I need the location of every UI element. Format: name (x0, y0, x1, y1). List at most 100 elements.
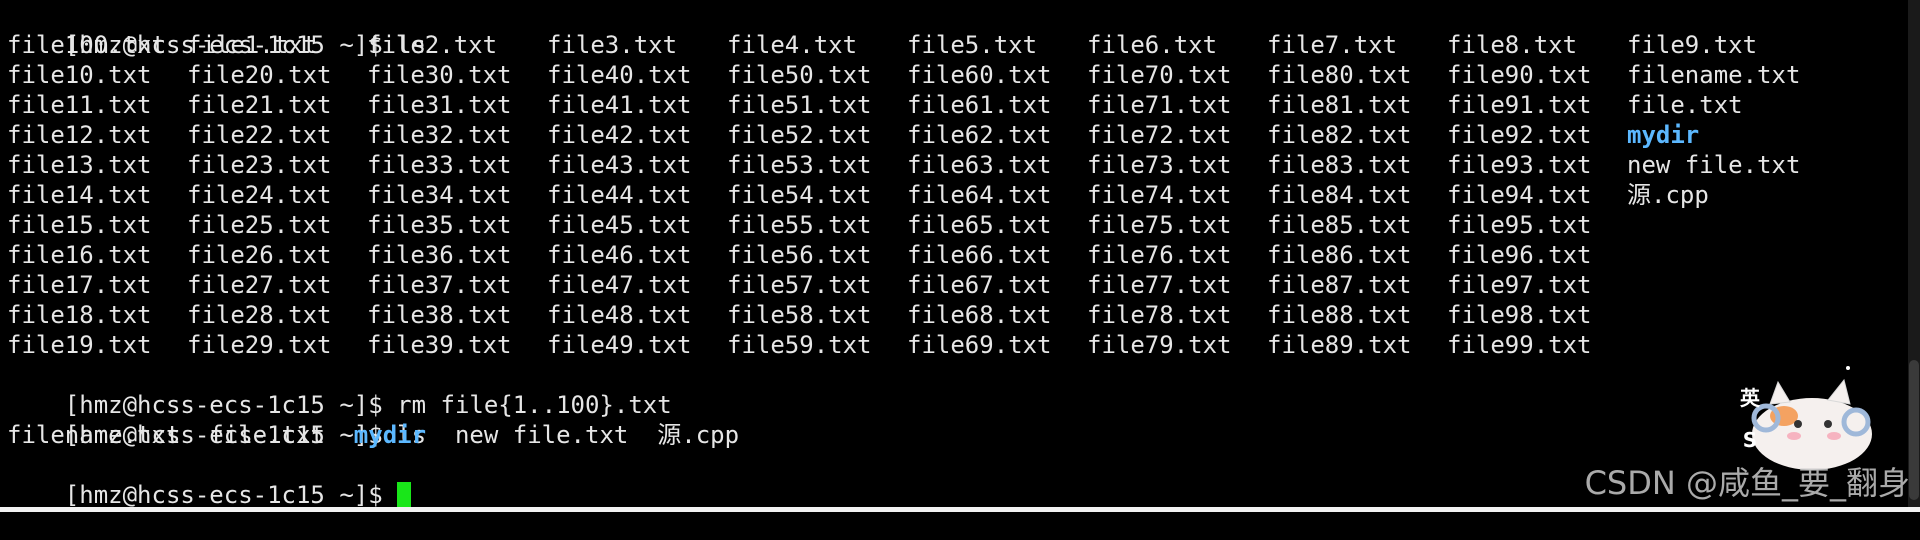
ls-entry: filename.txt (1627, 60, 1807, 90)
ls-entry: file13.txt (7, 150, 187, 180)
ls-entry: file55.txt (727, 210, 907, 240)
ls-entry: file95.txt (1447, 210, 1627, 240)
ls-entry: file76.txt (1087, 240, 1267, 270)
ls-entry: file88.txt (1267, 300, 1447, 330)
text-cursor[interactable] (397, 482, 411, 508)
ls-entry: file72.txt (1087, 120, 1267, 150)
ls-entry: file43.txt (547, 150, 727, 180)
ls-entry: file61.txt (907, 90, 1087, 120)
ls-entry: file32.txt (367, 120, 547, 150)
ls-entry: file84.txt (1267, 180, 1447, 210)
ls-empty-cell (1627, 270, 1807, 300)
ls-entry: file49.txt (547, 330, 727, 360)
ls-entry: file62.txt (907, 120, 1087, 150)
ls-entry: file15.txt (7, 210, 187, 240)
ls-entry: file86.txt (1267, 240, 1447, 270)
ls-entry: file69.txt (907, 330, 1087, 360)
ls-entry: file34.txt (367, 180, 547, 210)
ls-empty-cell (1627, 210, 1807, 240)
vertical-scrollbar[interactable] (1908, 0, 1920, 512)
ls-entry: file24.txt (187, 180, 367, 210)
sticker-label-bottom: S (1738, 428, 1762, 452)
ls-entry: file47.txt (547, 270, 727, 300)
ls-entry: file16.txt (7, 240, 187, 270)
ls-output: file100.txtfile1.txtfile2.txtfile3.txtfi… (7, 30, 1920, 360)
ls-entry: file57.txt (727, 270, 907, 300)
ls-entry: file87.txt (1267, 270, 1447, 300)
ls-entry: file92.txt (1447, 120, 1627, 150)
ls-entry: file71.txt (1087, 90, 1267, 120)
ls-entry: file37.txt (367, 270, 547, 300)
ls-entry: file77.txt (1087, 270, 1267, 300)
ls-entry: file70.txt (1087, 60, 1267, 90)
ls-entry: file6.txt (1087, 30, 1267, 60)
shell-prompt: [hmz@hcss-ecs-1c15 ~]$ (65, 481, 397, 509)
ls-entry: file30.txt (367, 60, 547, 90)
ls-entry: file2.txt (367, 30, 547, 60)
ls-entry: file54.txt (727, 180, 907, 210)
ls-empty-cell (1627, 300, 1807, 330)
ls-entry: file29.txt (187, 330, 367, 360)
ls-entry: file28.txt (187, 300, 367, 330)
ls-entry: file8.txt (1447, 30, 1627, 60)
ls-entry: file97.txt (1447, 270, 1627, 300)
ls-entry-directory: mydir (1627, 120, 1807, 150)
ls-entry: file74.txt (1087, 180, 1267, 210)
ls-entry: file50.txt (727, 60, 907, 90)
ls-entry: file35.txt (367, 210, 547, 240)
ls-entry: file94.txt (1447, 180, 1627, 210)
ls-entry: file82.txt (1267, 120, 1447, 150)
ls-entry: file52.txt (727, 120, 907, 150)
shell-prompt: [hmz@hcss-ecs-1c15 ~]$ (65, 391, 397, 419)
ls-entry: file64.txt (907, 180, 1087, 210)
ls-entry: file81.txt (1267, 90, 1447, 120)
ls-entry: file83.txt (1267, 150, 1447, 180)
ls-entry: file5.txt (907, 30, 1087, 60)
ls-entry: file25.txt (187, 210, 367, 240)
ls-entry: new file.txt (1627, 150, 1807, 180)
scrollbar-thumb[interactable] (1909, 360, 1919, 500)
ls-entry: filename.txt (7, 420, 180, 450)
terminal-line-rm: [hmz@hcss-ecs-1c15 ~]$ rm file{1..100}.t… (7, 360, 1920, 390)
ls-entry: file73.txt (1087, 150, 1267, 180)
ls-entry: file51.txt (727, 90, 907, 120)
ls-entry: file85.txt (1267, 210, 1447, 240)
ls-entry: file42.txt (547, 120, 727, 150)
ls-entry: file66.txt (907, 240, 1087, 270)
ls-entry: file.txt (209, 420, 325, 450)
ls-entry: file100.txt (7, 30, 187, 60)
ls-entry: file96.txt (1447, 240, 1627, 270)
ls-entry: file99.txt (1447, 330, 1627, 360)
ls-entry-directory: mydir (354, 420, 426, 450)
ls-empty-cell (1627, 240, 1807, 270)
ls-entry: file14.txt (7, 180, 187, 210)
csdn-watermark: CSDN @咸鱼_要_翻身 (1585, 458, 1910, 504)
ls-entry: file65.txt (907, 210, 1087, 240)
ls-entry: file3.txt (547, 30, 727, 60)
ls-entry: file1.txt (187, 30, 367, 60)
ls-entry: file80.txt (1267, 60, 1447, 90)
ls-entry: file18.txt (7, 300, 187, 330)
ls-entry: file67.txt (907, 270, 1087, 300)
ls-entry: file39.txt (367, 330, 547, 360)
ls-entry: file44.txt (547, 180, 727, 210)
ls-entry: file91.txt (1447, 90, 1627, 120)
ls-entry: file23.txt (187, 150, 367, 180)
ls-entry: file53.txt (727, 150, 907, 180)
ls-entry: 源.cpp (1627, 180, 1807, 210)
ls-entry: new file.txt (455, 420, 628, 450)
ls-entry: file19.txt (7, 330, 187, 360)
ls-entry: file20.txt (187, 60, 367, 90)
terminal-window[interactable]: [hmz@hcss-ecs-1c15 ~]$ ls file100.txtfil… (0, 0, 1920, 512)
ls-entry: file33.txt (367, 150, 547, 180)
ls-entry: file59.txt (727, 330, 907, 360)
ls-output-after-rm: filename.txt file.txt mydir new file.txt… (7, 420, 1920, 450)
ls-entry: file40.txt (547, 60, 727, 90)
command-rm: rm file{1..100}.txt (397, 391, 672, 419)
ls-entry: file48.txt (547, 300, 727, 330)
ls-entry: file56.txt (727, 240, 907, 270)
ls-entry: file17.txt (7, 270, 187, 300)
window-bottom-edge (0, 507, 1920, 512)
ls-entry: 源.cpp (657, 420, 739, 450)
ls-entry: file68.txt (907, 300, 1087, 330)
